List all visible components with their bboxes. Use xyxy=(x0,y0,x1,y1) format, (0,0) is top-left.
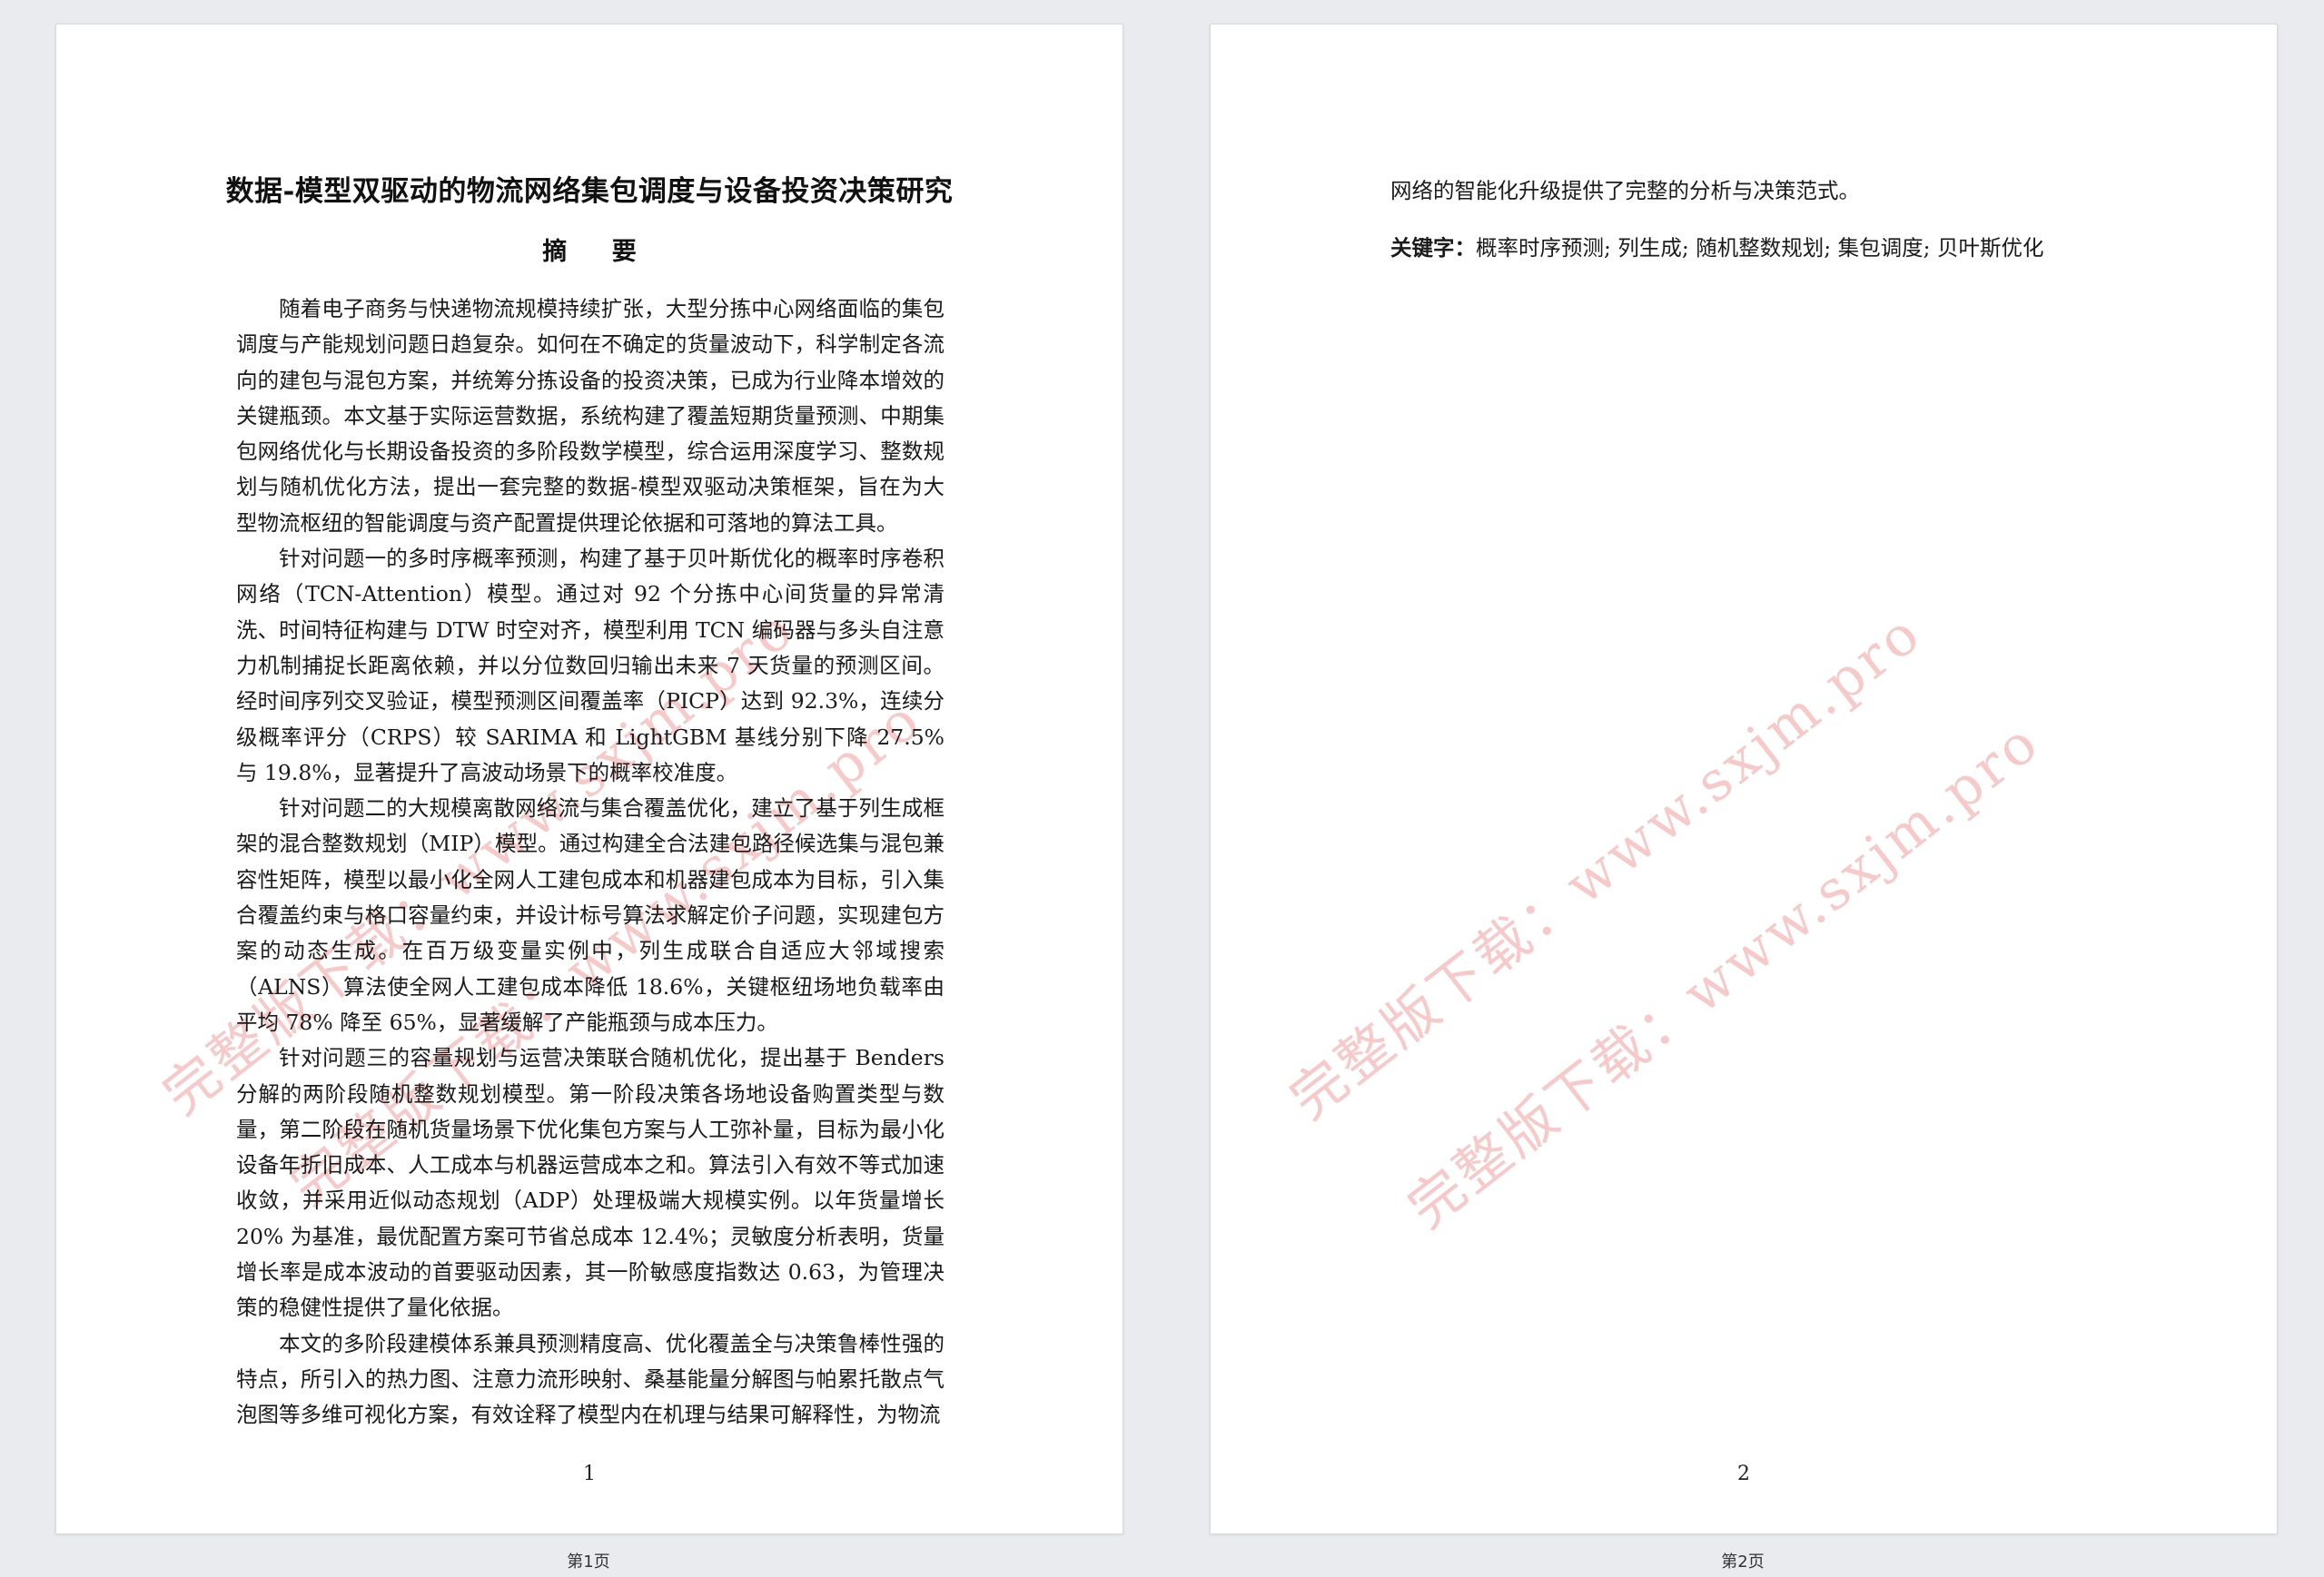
abstract-paragraph: 随着电子商务与快递物流规模持续扩张，大型分拣中心网络面临的集包调度与产能规划问题… xyxy=(236,296,944,536)
watermark: 完整版下载：www.sxjm.pro xyxy=(1279,600,1934,1132)
abstract-paragraph: 本文的多阶段建模体系兼具预测精度高、优化覆盖全与决策鲁棒性强的特点，所引入的热力… xyxy=(236,1330,944,1428)
page-2: 完整版下载：www.sxjm.pro 完整版下载：www.sxjm.pro 网络… xyxy=(1210,24,2278,1534)
watermark: 完整版下载：www.sxjm.pro xyxy=(1397,709,2052,1241)
abstract-paragraph: 针对问题三的容量规划与运营决策联合随机优化，提出基于 Benders 分解的两阶… xyxy=(236,1045,944,1321)
page-indicator: 第1页 xyxy=(567,1552,610,1572)
keywords-line: 关键字：概率时序预测; 列生成; 随机整数规划; 集包调度; 贝叶斯优化 xyxy=(1390,231,2117,266)
abstract-body: 随着电子商务与快递物流规模持续扩张，大型分拣中心网络面临的集包调度与产能规划问题… xyxy=(236,291,944,1434)
keywords-label: 关键字： xyxy=(1390,235,1476,261)
abstract-heading: 摘 要 xyxy=(542,238,655,266)
page-number: 2 xyxy=(1737,1463,1750,1485)
abstract-paragraph: 针对问题二的大规模离散网络流与集合覆盖优化，建立了基于列生成框架的混合整数规划（… xyxy=(236,795,944,1035)
continuation-text: 网络的智能化升级提供了完整的分析与决策范式。 xyxy=(1390,173,2099,209)
keywords-list: 概率时序预测; 列生成; 随机整数规划; 集包调度; 贝叶斯优化 xyxy=(1476,235,2044,261)
paper-title: 数据-模型双驱动的物流网络集包调度与设备投资决策研究 xyxy=(225,175,954,208)
page-1: 完整版下载：www.sxjm.pro 完整版下载：www.sxjm.pro 数据… xyxy=(55,24,1123,1534)
document-viewer: 完整版下载：www.sxjm.pro 完整版下载：www.sxjm.pro 数据… xyxy=(0,0,2324,1577)
page-indicator: 第2页 xyxy=(1721,1552,1765,1572)
abstract-paragraph: 针对问题一的多时序概率预测，构建了基于贝叶斯优化的概率时序卷积网络（TCN-At… xyxy=(236,546,944,785)
continuation-paragraph: 网络的智能化升级提供了完整的分析与决策范式。 xyxy=(1390,178,1860,203)
page-number: 1 xyxy=(583,1463,596,1485)
